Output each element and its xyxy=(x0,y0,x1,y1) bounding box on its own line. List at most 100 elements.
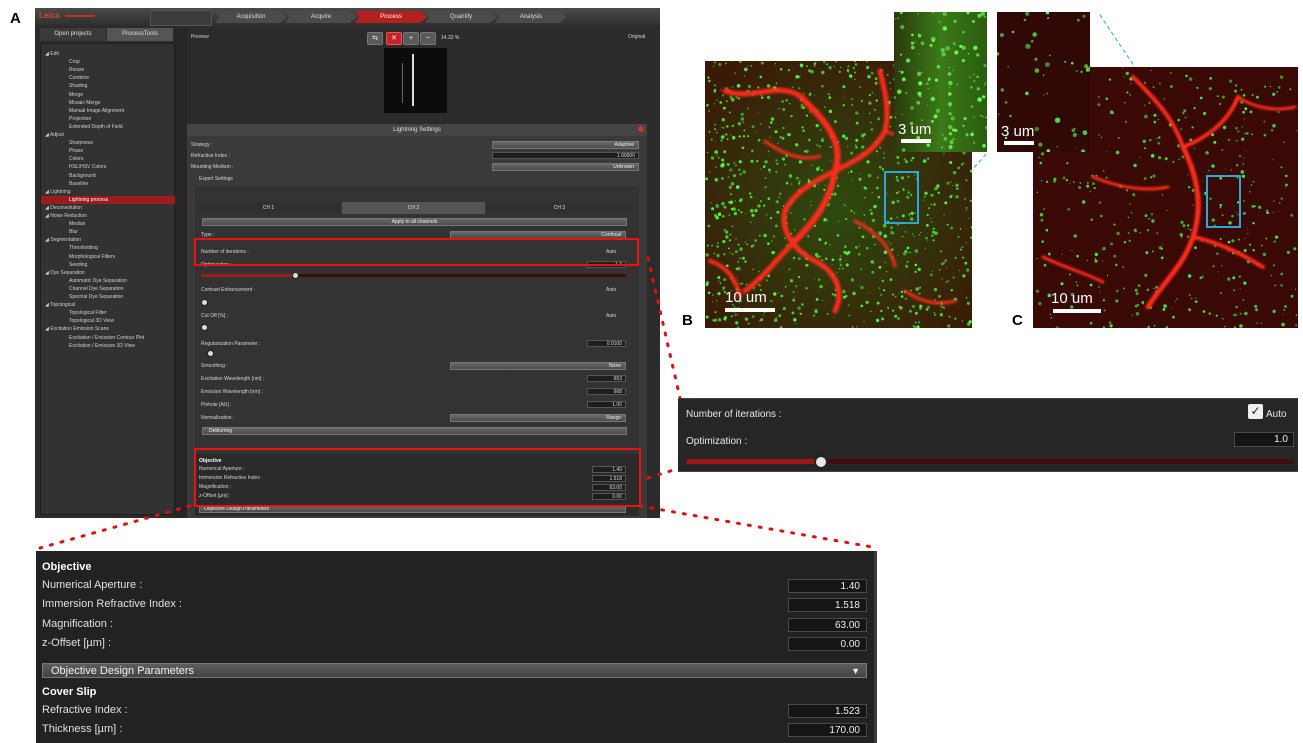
zoom-immersion-field[interactable]: 1.518 xyxy=(788,598,867,612)
green-punctum xyxy=(733,162,736,164)
green-punctum xyxy=(968,320,972,324)
zoom-thickness-field[interactable]: 170.00 xyxy=(788,723,867,737)
green-punctum xyxy=(904,254,907,256)
green-punctum xyxy=(815,298,819,301)
green-punctum xyxy=(842,134,846,138)
green-punctum xyxy=(947,72,952,76)
green-punctum xyxy=(1273,200,1275,202)
green-punctum xyxy=(1050,316,1053,319)
green-punctum xyxy=(1076,70,1078,72)
green-punctum xyxy=(1072,132,1077,138)
green-punctum xyxy=(932,227,935,230)
green-punctum xyxy=(1102,299,1105,302)
green-punctum xyxy=(1192,204,1194,206)
green-punctum xyxy=(842,289,846,294)
green-punctum xyxy=(798,87,801,90)
green-punctum xyxy=(1145,251,1149,255)
green-punctum xyxy=(1295,324,1298,327)
green-punctum xyxy=(782,108,786,111)
zoom-magnification-field[interactable]: 63.00 xyxy=(788,618,867,632)
green-punctum xyxy=(713,318,718,322)
green-punctum xyxy=(1240,170,1245,174)
green-punctum xyxy=(813,224,816,227)
green-punctum xyxy=(948,144,953,150)
green-punctum xyxy=(732,124,735,126)
green-punctum xyxy=(856,326,858,328)
green-punctum xyxy=(897,317,900,320)
green-punctum xyxy=(1186,235,1190,238)
green-punctum xyxy=(878,231,882,235)
zoom-objective-design-dropdown[interactable]: Objective Design Parameters ▼ xyxy=(42,663,867,678)
green-punctum xyxy=(918,94,922,98)
green-punctum xyxy=(855,121,859,125)
zoom-aperture-field[interactable]: 1.40 xyxy=(788,579,867,593)
zoom-optimization-field[interactable]: 1.0 xyxy=(1234,432,1294,447)
green-punctum xyxy=(982,116,985,118)
green-punctum xyxy=(1191,126,1194,129)
green-punctum xyxy=(707,151,709,154)
green-punctum xyxy=(1164,157,1168,161)
green-punctum xyxy=(961,320,964,322)
green-punctum xyxy=(962,31,965,34)
checkmark-icon[interactable]: ✓ xyxy=(1248,404,1263,419)
green-punctum xyxy=(754,208,758,213)
green-punctum xyxy=(1227,277,1230,279)
green-punctum xyxy=(760,94,763,96)
green-punctum xyxy=(1106,151,1108,153)
green-punctum xyxy=(785,98,788,102)
green-punctum xyxy=(966,301,970,305)
green-punctum xyxy=(737,122,742,126)
zoom-scrollbar[interactable] xyxy=(874,551,877,743)
green-punctum xyxy=(1125,120,1127,123)
green-punctum xyxy=(1048,252,1051,256)
green-punctum xyxy=(1149,139,1152,142)
green-punctum xyxy=(734,250,738,254)
green-punctum xyxy=(881,317,885,321)
green-punctum xyxy=(915,287,919,291)
green-punctum xyxy=(871,192,873,194)
green-punctum xyxy=(814,309,818,313)
green-punctum xyxy=(760,200,762,203)
green-punctum xyxy=(787,133,791,137)
green-punctum xyxy=(847,172,850,174)
green-punctum xyxy=(729,252,731,254)
green-punctum xyxy=(724,316,728,319)
green-punctum xyxy=(858,245,860,247)
green-punctum xyxy=(814,278,816,280)
green-punctum xyxy=(1241,126,1244,128)
green-punctum xyxy=(759,320,761,322)
green-punctum xyxy=(1064,60,1067,63)
green-punctum xyxy=(906,260,909,263)
green-punctum xyxy=(1273,240,1276,243)
green-punctum xyxy=(1116,231,1120,236)
green-punctum xyxy=(1105,97,1109,101)
green-punctum xyxy=(868,94,871,97)
green-punctum xyxy=(1060,282,1064,286)
green-punctum xyxy=(1156,232,1159,235)
green-punctum xyxy=(739,247,743,251)
zoom-coverslip-ri-field[interactable]: 1.523 xyxy=(788,704,867,718)
green-punctum xyxy=(750,159,754,163)
green-punctum xyxy=(1139,232,1141,234)
green-punctum xyxy=(729,233,732,236)
green-punctum xyxy=(1237,130,1240,133)
green-punctum xyxy=(901,235,904,238)
green-punctum xyxy=(720,135,725,139)
green-punctum xyxy=(725,100,728,103)
green-punctum xyxy=(770,117,775,121)
green-punctum xyxy=(952,276,955,279)
green-punctum xyxy=(890,226,894,230)
green-punctum xyxy=(1092,182,1095,186)
zoom-z-offset-field[interactable]: 0.00 xyxy=(788,637,867,651)
green-punctum xyxy=(715,166,717,168)
green-punctum xyxy=(803,218,806,221)
green-punctum xyxy=(1098,134,1100,136)
green-punctum xyxy=(921,71,923,73)
green-punctum xyxy=(1157,119,1159,121)
green-punctum xyxy=(884,261,886,264)
green-punctum xyxy=(870,71,874,75)
green-punctum xyxy=(1199,96,1203,100)
zoom-optimization-slider-knob[interactable] xyxy=(813,455,828,469)
green-punctum xyxy=(757,112,759,114)
green-punctum xyxy=(716,154,718,157)
